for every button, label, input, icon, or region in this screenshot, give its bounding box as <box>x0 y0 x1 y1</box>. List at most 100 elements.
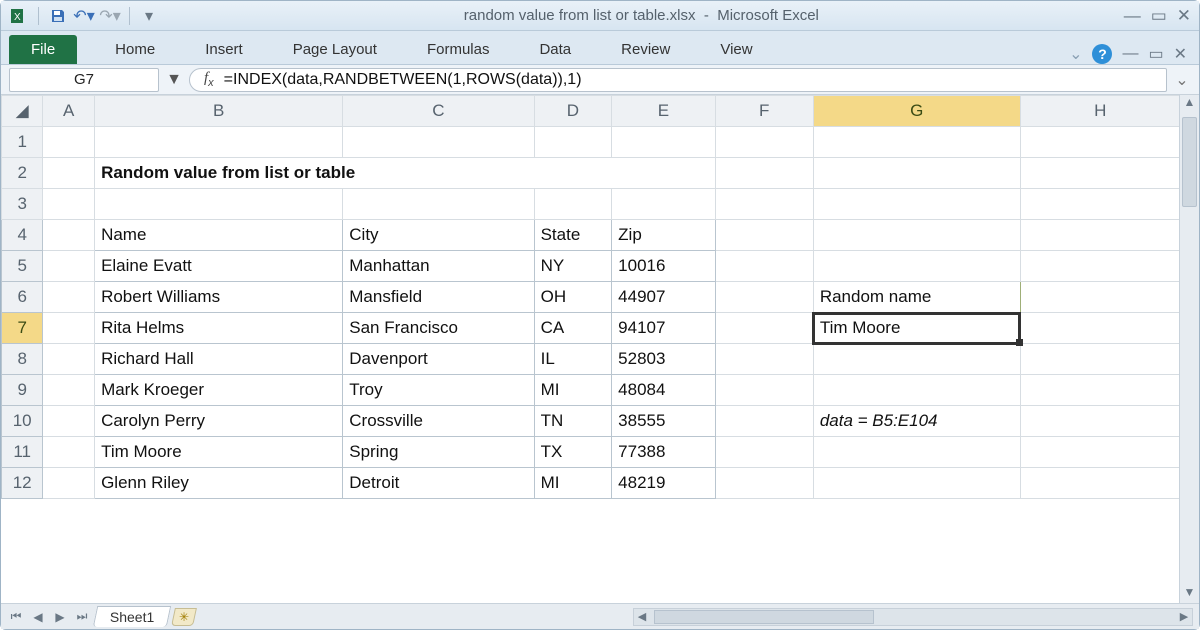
sheet-nav-last-icon[interactable]: ⏭ <box>73 608 91 626</box>
cell[interactable]: Glenn Riley <box>95 468 343 499</box>
row-header-7[interactable]: 7 <box>2 313 43 344</box>
cell[interactable]: 48219 <box>612 468 715 499</box>
close-icon[interactable]: ✕ <box>1177 6 1191 26</box>
row-header-8[interactable]: 8 <box>2 344 43 375</box>
new-sheet-icon[interactable]: ✳ <box>171 608 197 626</box>
ribbon-tab-formulas[interactable]: Formulas <box>407 35 510 64</box>
scroll-right-icon[interactable]: ▶ <box>1176 609 1192 625</box>
active-cell-G7[interactable]: Tim Moore <box>813 313 1020 344</box>
cell[interactable]: 10016 <box>612 251 715 282</box>
name-box-dropdown-icon[interactable]: ▼ <box>165 71 183 89</box>
formula-bar-expand-icon[interactable]: ⌄ <box>1173 70 1191 90</box>
table-header-city[interactable]: City <box>343 220 534 251</box>
col-header-F[interactable]: F <box>715 96 813 127</box>
sheet-heading[interactable]: Random value from list or table <box>95 158 716 189</box>
ribbon-tab-insert[interactable]: Insert <box>185 35 263 64</box>
cell[interactable]: Mansfield <box>343 282 534 313</box>
sheet-nav-prev-icon[interactable]: ◀ <box>29 608 47 626</box>
vertical-scrollbar[interactable]: ▲ ▼ <box>1179 95 1199 603</box>
cells-grid[interactable]: ◢ A B C D E F G H 1 2 Random value from l… <box>1 95 1179 499</box>
sheet-tab-active[interactable]: Sheet1 <box>93 606 172 627</box>
maximize-icon[interactable]: ▭ <box>1151 6 1167 26</box>
fx-icon[interactable]: fx <box>190 70 224 89</box>
cell[interactable]: 38555 <box>612 406 715 437</box>
table-header-state[interactable]: State <box>534 220 612 251</box>
scroll-left-icon[interactable]: ◀ <box>634 609 650 625</box>
cell[interactable]: 94107 <box>612 313 715 344</box>
redo-icon[interactable]: ↷▾ <box>100 6 120 26</box>
scroll-up-icon[interactable]: ▲ <box>1180 95 1199 113</box>
row-header-4[interactable]: 4 <box>2 220 43 251</box>
ribbon-tab-view[interactable]: View <box>700 35 772 64</box>
cell[interactable]: Rita Helms <box>95 313 343 344</box>
cell[interactable]: 44907 <box>612 282 715 313</box>
row-header-1[interactable]: 1 <box>2 127 43 158</box>
cell[interactable]: Spring <box>343 437 534 468</box>
table-header-zip[interactable]: Zip <box>612 220 715 251</box>
cell[interactable]: Elaine Evatt <box>95 251 343 282</box>
row-header-5[interactable]: 5 <box>2 251 43 282</box>
random-name-label[interactable]: Random name <box>813 282 1020 313</box>
cell[interactable]: Detroit <box>343 468 534 499</box>
row-header-12[interactable]: 12 <box>2 468 43 499</box>
select-all-corner[interactable]: ◢ <box>2 96 43 127</box>
cell[interactable]: OH <box>534 282 612 313</box>
cell[interactable]: Richard Hall <box>95 344 343 375</box>
qat-customize-icon[interactable]: ▾ <box>139 6 159 26</box>
row-header-10[interactable]: 10 <box>2 406 43 437</box>
row-header-9[interactable]: 9 <box>2 375 43 406</box>
save-icon[interactable] <box>48 6 68 26</box>
sheet-nav-first-icon[interactable]: ⏮ <box>7 608 25 626</box>
cell[interactable]: TN <box>534 406 612 437</box>
ribbon-tab-review[interactable]: Review <box>601 35 690 64</box>
ribbon-tab-data[interactable]: Data <box>519 35 591 64</box>
table-header-name[interactable]: Name <box>95 220 343 251</box>
cell[interactable]: MI <box>534 468 612 499</box>
formula-input[interactable] <box>224 71 1166 89</box>
cell[interactable]: Mark Kroeger <box>95 375 343 406</box>
named-range-note[interactable]: data = B5:E104 <box>813 406 1020 437</box>
cell[interactable]: Troy <box>343 375 534 406</box>
cell[interactable]: San Francisco <box>343 313 534 344</box>
cell[interactable]: 48084 <box>612 375 715 406</box>
cell[interactable]: CA <box>534 313 612 344</box>
undo-icon[interactable]: ↶▾ <box>74 6 94 26</box>
col-header-A[interactable]: A <box>43 96 95 127</box>
workbook-restore-icon[interactable]: ▭ <box>1148 44 1163 64</box>
cell[interactable]: 52803 <box>612 344 715 375</box>
minimize-icon[interactable]: — <box>1124 6 1141 26</box>
ribbon-tab-home[interactable]: Home <box>95 35 175 64</box>
col-header-G[interactable]: G <box>813 96 1020 127</box>
col-header-C[interactable]: C <box>343 96 534 127</box>
cell[interactable]: Carolyn Perry <box>95 406 343 437</box>
ribbon-tab-pagelayout[interactable]: Page Layout <box>273 35 397 64</box>
workbook-minimize-icon[interactable]: — <box>1122 45 1138 63</box>
cell[interactable]: Robert Williams <box>95 282 343 313</box>
row-header-2[interactable]: 2 <box>2 158 43 189</box>
cell[interactable]: Crossville <box>343 406 534 437</box>
workbook-close-icon[interactable]: ✕ <box>1174 44 1187 64</box>
ribbon-minimize-icon[interactable]: ⌄ <box>1069 44 1082 64</box>
scroll-thumb[interactable] <box>1182 117 1197 207</box>
name-box[interactable]: G7 <box>9 68 159 92</box>
col-header-B[interactable]: B <box>95 96 343 127</box>
cell[interactable]: Davenport <box>343 344 534 375</box>
cell[interactable]: MI <box>534 375 612 406</box>
hscroll-thumb[interactable] <box>654 610 874 624</box>
cell[interactable]: IL <box>534 344 612 375</box>
scroll-down-icon[interactable]: ▼ <box>1180 585 1199 603</box>
help-icon[interactable]: ? <box>1092 44 1112 64</box>
cell[interactable]: NY <box>534 251 612 282</box>
row-header-6[interactable]: 6 <box>2 282 43 313</box>
grid[interactable]: ◢ A B C D E F G H 1 2 Random value from l… <box>1 95 1179 603</box>
cell[interactable]: Manhattan <box>343 251 534 282</box>
col-header-H[interactable]: H <box>1020 96 1179 127</box>
cell[interactable]: TX <box>534 437 612 468</box>
col-header-E[interactable]: E <box>612 96 715 127</box>
sheet-nav-next-icon[interactable]: ▶ <box>51 608 69 626</box>
row-header-11[interactable]: 11 <box>2 437 43 468</box>
cell[interactable]: Tim Moore <box>95 437 343 468</box>
row-header-3[interactable]: 3 <box>2 189 43 220</box>
col-header-D[interactable]: D <box>534 96 612 127</box>
cell[interactable]: 77388 <box>612 437 715 468</box>
